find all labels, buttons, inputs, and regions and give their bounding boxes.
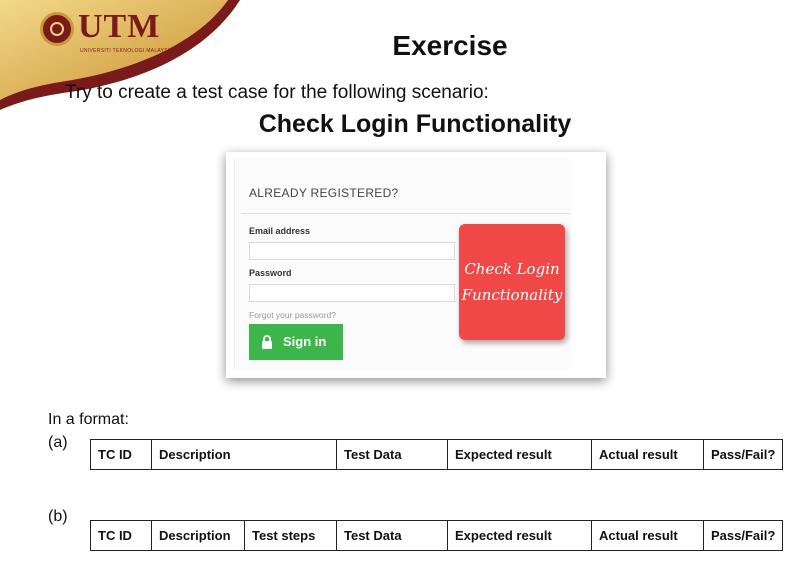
header-cell: Expected result [447, 520, 592, 551]
header-cell: Actual result [591, 439, 704, 470]
header-cell: Test steps [244, 520, 337, 551]
logo-subtext: UNIVERSITI TEKNOLOGI MALAYSIA [80, 48, 174, 54]
sign-in-button[interactable]: Sign in [249, 324, 343, 360]
email-field[interactable] [249, 242, 455, 260]
login-panel: ALREADY REGISTERED? Email address Passwo… [234, 158, 571, 370]
table-header-row: TC ID Description Test steps Test Data E… [90, 520, 784, 551]
login-screenshot: ALREADY REGISTERED? Email address Passwo… [226, 152, 606, 378]
header-cell: Description [151, 520, 245, 551]
utm-logo: UTM UNIVERSITI TEKNOLOGI MALAYSIA [40, 8, 173, 70]
sticky-note-line1: Check Login [464, 260, 560, 278]
sticky-note: Check Login Functionality [459, 224, 565, 340]
slide: UTM UNIVERSITI TEKNOLOGI MALAYSIA Exerci… [0, 0, 792, 561]
sign-in-label: Sign in [283, 334, 327, 349]
divider [241, 213, 571, 214]
format-label: In a format: [48, 411, 129, 428]
password-label: Password [249, 268, 292, 278]
already-registered-heading: ALREADY REGISTERED? [249, 186, 399, 200]
table-a-label: (a) [48, 434, 68, 451]
header-cell: Actual result [591, 520, 704, 551]
email-label: Email address [249, 226, 311, 236]
test-case-table-b: TC ID Description Test steps Test Data E… [90, 520, 784, 551]
password-field[interactable] [249, 284, 455, 302]
test-case-table-a: TC ID Description Test Data Expected res… [90, 439, 784, 470]
utm-seal-icon [40, 12, 74, 46]
table-header-row: TC ID Description Test Data Expected res… [90, 439, 784, 470]
header-cell: TC ID [90, 439, 152, 470]
header-cell: Description [151, 439, 337, 470]
table-b-label: (b) [48, 508, 68, 525]
sticky-note-line2: Functionality [461, 286, 563, 304]
header-cell: Pass/Fail? [702, 520, 784, 551]
forgot-password-link[interactable]: Forgot your password? [249, 310, 336, 320]
header-cell: Expected result [447, 439, 592, 470]
scenario-title: Check Login Functionality [258, 110, 572, 138]
header-cell: Test Data [336, 520, 448, 551]
header-cell: TC ID [90, 520, 152, 551]
lock-icon [262, 335, 272, 349]
slide-title: Exercise [392, 30, 508, 61]
header-cell: Pass/Fail? [702, 439, 784, 470]
intro-text: Try to create a test case for the follow… [65, 82, 489, 103]
logo-text: UTM [78, 8, 161, 45]
header-cell: Test Data [336, 439, 448, 470]
